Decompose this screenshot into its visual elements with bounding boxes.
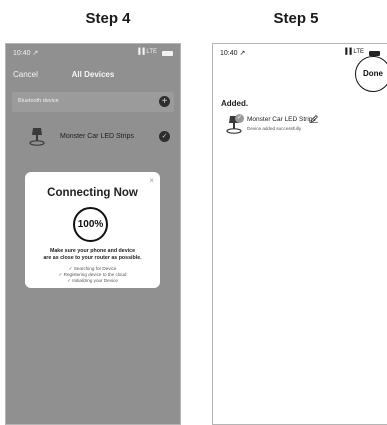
- signal-icon: ▐▐ LTE: [136, 49, 157, 55]
- status-bar: 10:40 ↗ ▐▐ LTE: [13, 49, 173, 61]
- proximity-message-line: Make sure your phone and device: [49, 248, 136, 254]
- status-bar: 10:40 ↗ ▐▐ LTE: [220, 49, 380, 61]
- proximity-message-line: are as close to your router as possible.: [43, 255, 142, 261]
- connecting-modal: × Connecting Now 100% Make sure your pho…: [25, 172, 160, 288]
- close-icon[interactable]: ×: [149, 176, 154, 185]
- device-list-item[interactable]: Monster Car LED Strips ✓: [12, 124, 174, 150]
- battery-icon: [162, 51, 173, 56]
- progress-indicator: 100%: [73, 207, 108, 242]
- lamp-icon: [29, 128, 45, 146]
- status-time: 10:40 ↗: [13, 50, 39, 57]
- added-heading: Added.: [221, 99, 249, 108]
- plus-circle-icon[interactable]: +: [159, 96, 170, 107]
- bluetooth-section-header: Bluetooth device +: [12, 92, 174, 112]
- device-status: Device added successfully: [247, 126, 302, 131]
- proximity-message: Make sure your phone and device are as c…: [29, 248, 156, 262]
- modal-title: Connecting Now: [47, 187, 138, 199]
- step-5-heading: Step 5: [273, 10, 319, 27]
- added-device-item[interactable]: ✓ Monster Car LED Strips Device added su…: [221, 112, 371, 136]
- step-4-phone-screen: 10:40 ↗ ▐▐ LTE All Devices Cancel Blueto…: [5, 43, 181, 425]
- device-name: Monster Car LED Strips: [60, 133, 134, 140]
- cancel-button[interactable]: Cancel: [13, 70, 38, 79]
- step-4-heading: Step 4: [85, 10, 131, 27]
- check-badge-icon: ✓: [235, 114, 244, 123]
- device-name: Monster Car LED Strips: [247, 116, 316, 123]
- status-time: 10:40 ↗: [220, 50, 246, 57]
- step-5-phone-screen: 10:40 ↗ ▐▐ LTE Done Added. ✓ Monster Car…: [212, 43, 387, 425]
- connection-steps-list: ✓ Searching for Device ✓ Registering dev…: [25, 266, 160, 284]
- signal-icon: ▐▐ LTE: [343, 49, 364, 55]
- bluetooth-section-label: Bluetooth device: [18, 98, 59, 104]
- check-circle-icon: ✓: [159, 131, 170, 142]
- done-button[interactable]: Done: [355, 56, 387, 92]
- pencil-icon[interactable]: [310, 115, 318, 123]
- connection-step: ✓ Initializing your Device: [67, 278, 118, 283]
